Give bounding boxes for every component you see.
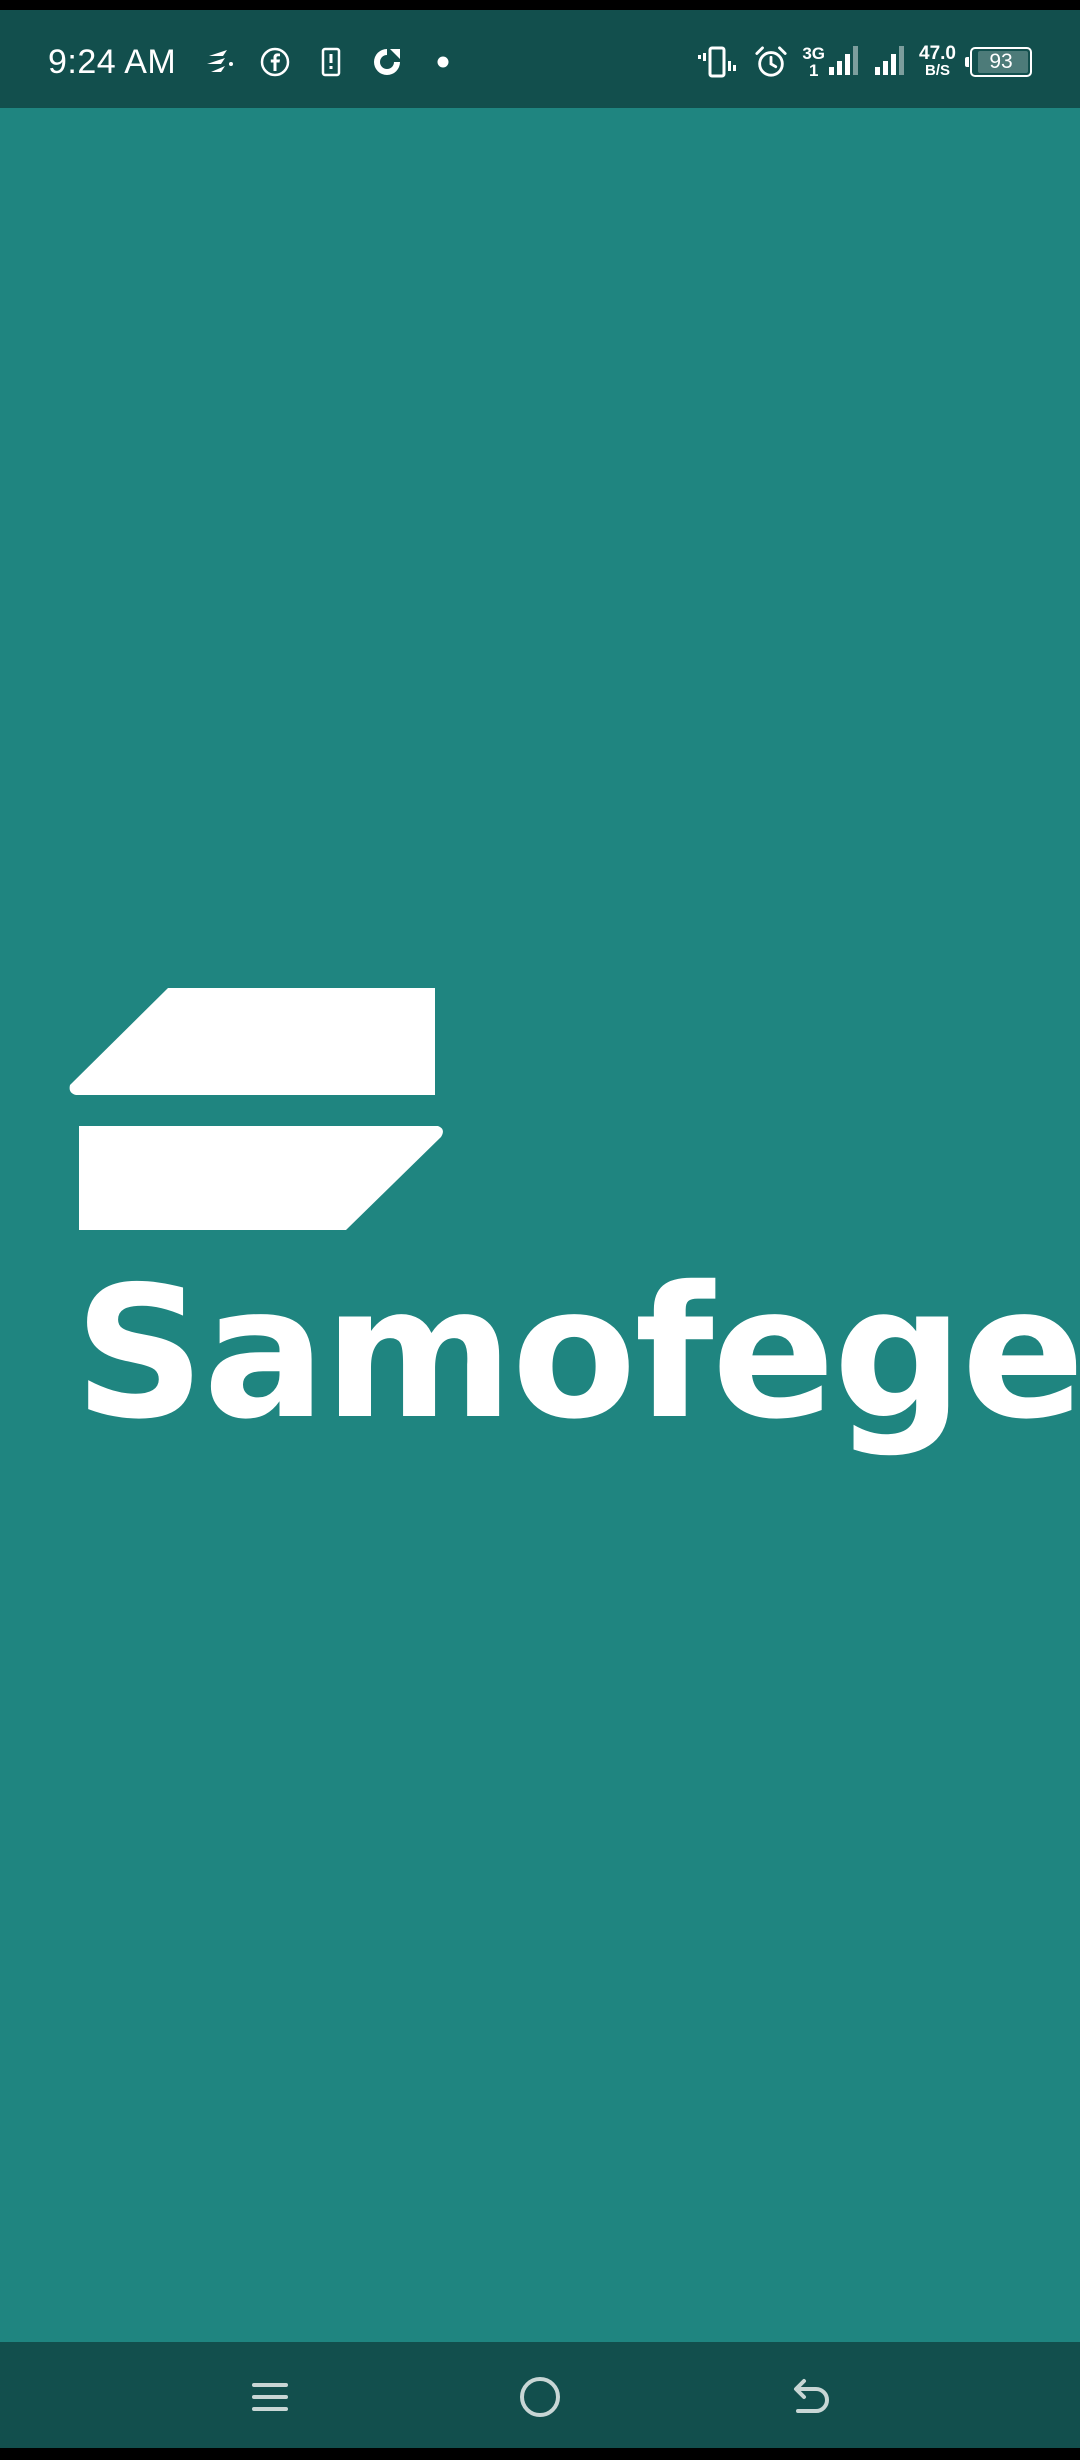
nav-menu-button[interactable] [235,2362,305,2432]
splash-screen: 9:24 AM 3G 1 47.0 B/S 93 Samofege [0,0,1080,2460]
samofege-logo-icon [69,988,443,1230]
app-name-wordmark: Samofege [74,1247,1080,1459]
alarm-icon [754,45,788,79]
status-bar-left: 9:24 AM [48,32,460,92]
network-type: 3G [802,44,826,63]
logo-upper-shape [69,988,435,1095]
menu-icon [252,2383,288,2411]
phone-clipboard-icon [314,45,348,79]
back-icon [794,2379,829,2413]
battery-icon: 93 [965,47,1032,77]
logo-lower-shape [79,1126,443,1230]
status-bar: 9:24 AM 3G 1 47.0 B/S 93 [0,0,1080,108]
sync-circle-icon [370,45,404,79]
nav-home-button[interactable] [505,2362,575,2432]
network-speed-unit: B/S [925,62,951,79]
signal-bars-icon [873,43,905,82]
navigation-bar [0,2342,1080,2460]
data-saver-icon [202,45,236,79]
home-circle-icon [520,2377,560,2417]
network-speed: 47.0 B/S [919,43,956,79]
nav-back-button[interactable] [775,2362,845,2432]
network-sub: 1 [808,61,819,80]
facebook-icon [258,45,292,79]
status-time: 9:24 AM [48,42,177,81]
network-speed-value: 47.0 [919,43,956,64]
dot-icon [426,45,460,79]
mobile-signal-1: 3G 1 [802,43,859,82]
status-bar-right: 3G 1 47.0 B/S 93 [696,32,1032,92]
signal-bars-icon [827,43,859,82]
vibrate-icon [696,45,740,79]
battery-level: 93 [989,50,1013,73]
